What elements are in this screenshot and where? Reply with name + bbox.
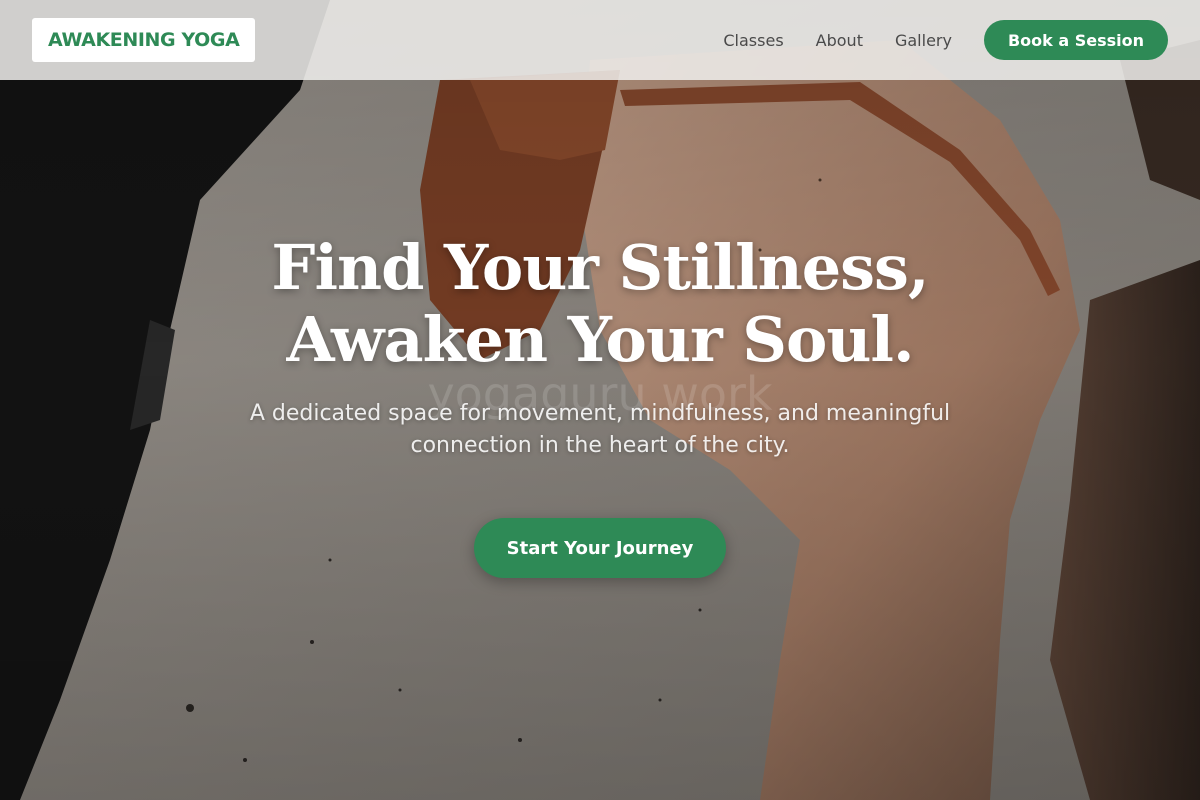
hero-section: yogaguru work Find Your Stillness, Awake… bbox=[0, 0, 1200, 800]
start-journey-button[interactable]: Start Your Journey bbox=[474, 518, 726, 578]
site-header: AWAKENING YOGA Classes About Gallery Boo… bbox=[0, 0, 1200, 80]
main-nav: Classes About Gallery Book a Session bbox=[723, 20, 1168, 60]
hero-headline: Find Your Stillness, Awaken Your Soul. bbox=[0, 232, 1200, 376]
headline-line-2: Awaken Your Soul. bbox=[286, 303, 914, 376]
brand-logo[interactable]: AWAKENING YOGA bbox=[32, 18, 256, 62]
book-session-button[interactable]: Book a Session bbox=[983, 20, 1168, 60]
nav-link-gallery[interactable]: Gallery bbox=[895, 31, 952, 50]
nav-link-about[interactable]: About bbox=[816, 31, 863, 50]
nav-link-classes[interactable]: Classes bbox=[723, 31, 783, 50]
headline-line-1: Find Your Stillness, bbox=[271, 231, 929, 304]
hero-subtitle: A dedicated space for movement, mindfuln… bbox=[249, 401, 951, 458]
brand-logo-text: AWAKENING YOGA bbox=[48, 29, 240, 51]
hero-content: yogaguru work Find Your Stillness, Awake… bbox=[0, 232, 1200, 578]
